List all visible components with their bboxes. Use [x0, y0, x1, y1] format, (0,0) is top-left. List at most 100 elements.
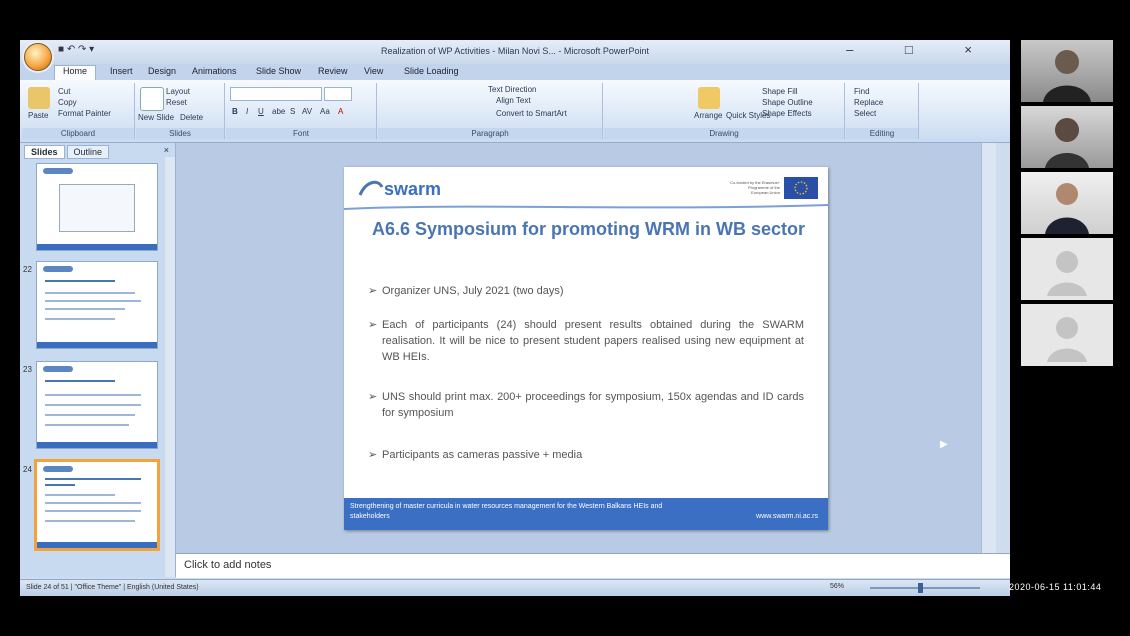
thumbnail-title	[45, 380, 115, 382]
thumbnail-footer	[37, 244, 157, 250]
layout-button[interactable]: Layout	[166, 87, 190, 96]
delete-button[interactable]: Delete	[180, 113, 203, 122]
participant-avatar-icon	[1043, 50, 1091, 102]
font-size-combo[interactable]	[324, 87, 352, 101]
format-painter-button[interactable]: Format Painter	[58, 109, 111, 118]
bullet-arrow-icon: ➢	[368, 285, 378, 297]
footer-text: Strengthening of master curricula in wat…	[350, 503, 663, 520]
ribbon-tabs: Home Insert Design Animations Slide Show…	[20, 64, 1010, 81]
select-button[interactable]: Select	[854, 109, 876, 118]
reset-button[interactable]: Reset	[166, 98, 187, 107]
bullet-arrow-icon: ➢	[368, 391, 378, 403]
thumbnail-line	[45, 494, 115, 496]
group-label: Drawing	[604, 128, 844, 139]
notes-pane[interactable]: Click to add notes	[176, 553, 1010, 578]
spacing-button[interactable]: AV	[302, 107, 312, 116]
group-label: Font	[226, 128, 376, 139]
tab-insert[interactable]: Insert	[110, 66, 133, 76]
group-slides: Layout Reset New Slide Delete Slides	[136, 83, 225, 139]
mouse-pointer-icon: ▶	[940, 439, 948, 450]
bullet-arrow-icon: ➢	[368, 449, 378, 461]
powerpoint-window: ■ ↶ ↷ ▾ Realization of WP Activities - M…	[20, 40, 1010, 596]
tab-slide-loading[interactable]: Slide Loading	[404, 66, 459, 76]
copy-button[interactable]: Copy	[58, 98, 77, 107]
tab-design[interactable]: Design	[148, 66, 176, 76]
window-controls[interactable]: – □ ×	[846, 42, 996, 57]
tab-review[interactable]: Review	[318, 66, 348, 76]
font-color-button[interactable]: A	[338, 107, 343, 116]
bullet-text: Each of participants (24) should present…	[382, 319, 804, 363]
shape-fill-button[interactable]: Shape Fill	[762, 87, 798, 96]
find-button[interactable]: Find	[854, 87, 870, 96]
group-label: Clipboard	[22, 128, 134, 139]
thumbnail-line	[45, 308, 125, 310]
slide-number: 24	[23, 465, 32, 474]
group-label: Slides	[136, 128, 224, 139]
arrange-icon[interactable]	[698, 87, 720, 109]
strikethrough-button[interactable]: abe	[272, 107, 285, 116]
participant-video[interactable]	[1021, 172, 1113, 234]
new-slide-icon[interactable]	[140, 87, 164, 111]
participant-video[interactable]	[1021, 106, 1113, 168]
zoom-slider[interactable]	[870, 587, 980, 589]
arrange-button[interactable]: Arrange	[694, 111, 722, 120]
bullet-item: ➢ Each of participants (24) should prese…	[368, 317, 804, 365]
align-text-button[interactable]: Align Text	[496, 96, 531, 105]
thumbnail-line	[45, 300, 141, 302]
underline-button[interactable]: U	[258, 107, 264, 116]
text-direction-button[interactable]: Text Direction	[488, 85, 536, 94]
group-font: B I U abe S AV Aa A Font	[226, 83, 377, 139]
italic-button[interactable]: I	[246, 107, 248, 116]
bold-button[interactable]: B	[232, 107, 238, 116]
shadow-button[interactable]: S	[290, 107, 295, 116]
participant-avatar-icon	[1045, 118, 1089, 168]
thumbnail-logo	[43, 266, 73, 272]
tab-slide-show[interactable]: Slide Show	[256, 66, 301, 76]
change-case-button[interactable]: Aa	[320, 107, 330, 116]
header-swoosh	[344, 204, 828, 210]
tab-outline[interactable]: Outline	[66, 145, 110, 159]
group-label: Paragraph	[378, 128, 602, 139]
thumbnail-line	[45, 318, 115, 320]
tab-animations[interactable]: Animations	[192, 66, 237, 76]
slide-thumbnail[interactable]	[36, 261, 158, 349]
thumbnail-line	[45, 292, 135, 294]
group-paragraph: Text Direction Align Text Convert to Sma…	[378, 83, 603, 139]
paste-button[interactable]: Paste	[28, 111, 48, 120]
pane-scrollbar[interactable]	[165, 157, 175, 577]
slide-thumbnail-selected[interactable]	[34, 459, 160, 551]
tab-home[interactable]: Home	[54, 65, 97, 81]
thumbnail-line	[45, 394, 141, 396]
title-bar: ■ ↶ ↷ ▾ Realization of WP Activities - M…	[20, 40, 1010, 71]
eu-flag-icon	[784, 177, 818, 199]
thumbnail-title	[45, 478, 141, 480]
shape-effects-button[interactable]: Shape Effects	[762, 109, 812, 118]
cut-button[interactable]: Cut	[58, 87, 70, 96]
thumbnail-line	[45, 404, 141, 406]
participant-video[interactable]	[1021, 40, 1113, 102]
slide-thumbnail[interactable]	[36, 163, 158, 251]
bullet-item: ➢ UNS should print max. 200+ proceedings…	[368, 389, 804, 421]
office-button[interactable]	[24, 43, 52, 71]
logo-text: swarm	[384, 179, 441, 199]
smartart-button[interactable]: Convert to SmartArt	[496, 109, 567, 118]
font-name-combo[interactable]	[230, 87, 322, 101]
participant-video[interactable]	[1021, 238, 1113, 300]
participant-video[interactable]	[1021, 304, 1113, 366]
shape-outline-button[interactable]: Shape Outline	[762, 98, 813, 107]
replace-button[interactable]: Replace	[854, 98, 883, 107]
bullet-text: Participants as cameras passive + media	[382, 449, 583, 461]
slide-canvas[interactable]: swarm Co-funded by the Erasmus+ Programm…	[344, 167, 828, 530]
tab-view[interactable]: View	[364, 66, 383, 76]
slide-thumbnail[interactable]	[36, 361, 158, 449]
paste-icon[interactable]	[28, 87, 50, 109]
zoom-slider-thumb[interactable]	[918, 583, 923, 593]
editor-scrollbar[interactable]	[981, 143, 996, 553]
new-slide-button[interactable]: New Slide	[138, 113, 174, 122]
zoom-control[interactable]: 56%	[830, 583, 1000, 593]
slide-number: 23	[23, 365, 32, 374]
tab-slides[interactable]: Slides	[24, 145, 65, 159]
thumbnail-logo	[43, 366, 73, 372]
close-icon[interactable]: ×	[164, 145, 169, 155]
eu-text: Co-funded by the Erasmus+ Programme of t…	[730, 180, 780, 195]
